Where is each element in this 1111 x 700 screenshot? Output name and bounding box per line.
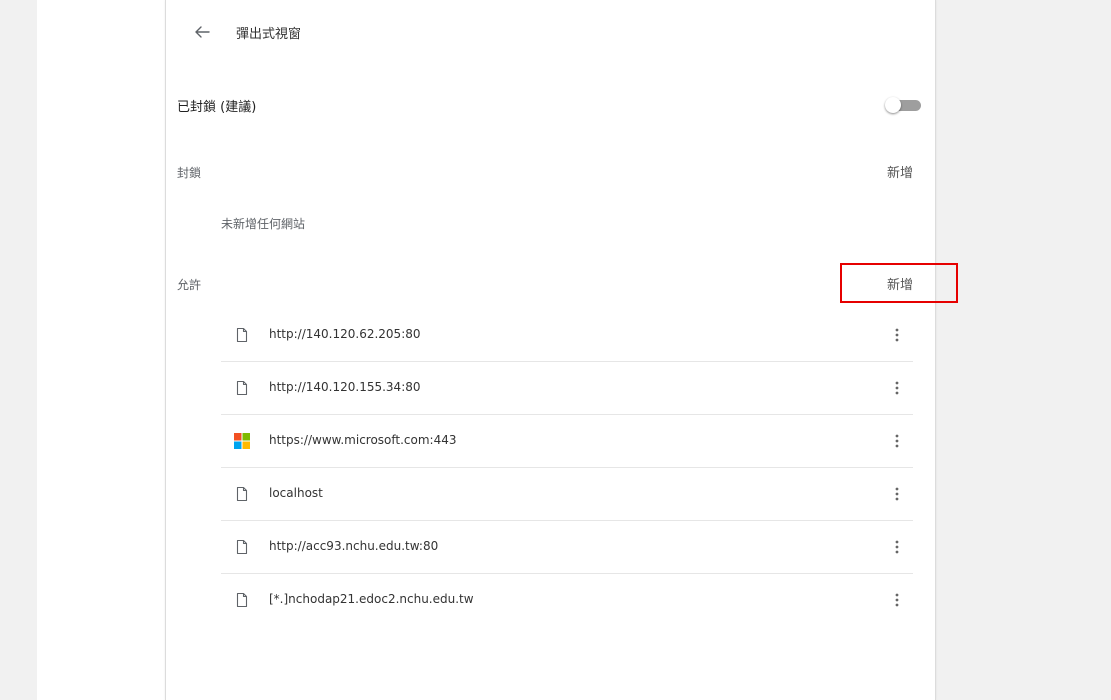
page-title: 彈出式視窗 bbox=[236, 26, 302, 42]
file-icon bbox=[236, 380, 248, 396]
allow-site-list: http://140.120.62.205:80 http://140.120.… bbox=[221, 309, 913, 626]
site-row[interactable]: localhost bbox=[221, 468, 913, 521]
left-white-area bbox=[37, 0, 165, 700]
site-url: http://acc93.nchu.edu.tw:80 bbox=[269, 539, 439, 553]
more-actions-button[interactable] bbox=[885, 323, 909, 347]
site-row[interactable]: http://140.120.62.205:80 bbox=[221, 309, 913, 362]
arrow-back-icon bbox=[195, 26, 210, 38]
site-url: http://140.120.155.34:80 bbox=[269, 380, 421, 394]
file-icon bbox=[236, 327, 248, 343]
site-url: localhost bbox=[269, 486, 323, 500]
site-row[interactable]: http://140.120.155.34:80 bbox=[221, 362, 913, 415]
blocked-toggle-row[interactable]: 已封鎖 (建議) bbox=[177, 93, 923, 117]
block-section-label: 封鎖 bbox=[177, 166, 202, 180]
microsoft-logo-icon bbox=[234, 433, 250, 449]
toggle-knob bbox=[885, 97, 901, 113]
back-button[interactable] bbox=[190, 20, 214, 44]
block-add-button[interactable]: 新增 bbox=[887, 162, 913, 181]
more-vert-icon bbox=[895, 593, 899, 607]
blocked-toggle-switch[interactable] bbox=[885, 97, 923, 113]
more-vert-icon bbox=[895, 328, 899, 342]
settings-card: 彈出式視窗 已封鎖 (建議) 封鎖 新增 未新增任何網站 允許 新增 http:… bbox=[165, 0, 958, 700]
block-empty-text: 未新增任何網站 bbox=[221, 217, 306, 231]
more-vert-icon bbox=[895, 434, 899, 448]
site-row[interactable]: [*.]nchodap21.edoc2.nchu.edu.tw bbox=[221, 574, 913, 626]
right-gutter bbox=[935, 0, 1111, 700]
page-header: 彈出式視窗 bbox=[190, 20, 301, 44]
more-vert-icon bbox=[895, 487, 899, 501]
site-url: http://140.120.62.205:80 bbox=[269, 327, 421, 341]
more-vert-icon bbox=[895, 540, 899, 554]
highlight-annotation-box bbox=[840, 263, 958, 303]
more-actions-button[interactable] bbox=[885, 535, 909, 559]
more-actions-button[interactable] bbox=[885, 588, 909, 612]
file-icon bbox=[236, 592, 248, 608]
more-actions-button[interactable] bbox=[885, 429, 909, 453]
allow-section-label: 允許 bbox=[177, 278, 202, 292]
more-vert-icon bbox=[895, 381, 899, 395]
file-icon bbox=[236, 486, 248, 502]
site-url: https://www.microsoft.com:443 bbox=[269, 433, 457, 447]
site-url: [*.]nchodap21.edoc2.nchu.edu.tw bbox=[269, 592, 474, 606]
blocked-toggle-label: 已封鎖 (建議) bbox=[177, 100, 257, 115]
more-actions-button[interactable] bbox=[885, 482, 909, 506]
more-actions-button[interactable] bbox=[885, 376, 909, 400]
left-gutter bbox=[0, 0, 37, 700]
site-row[interactable]: https://www.microsoft.com:443 bbox=[221, 415, 913, 468]
file-icon bbox=[236, 539, 248, 555]
site-row[interactable]: http://acc93.nchu.edu.tw:80 bbox=[221, 521, 913, 574]
